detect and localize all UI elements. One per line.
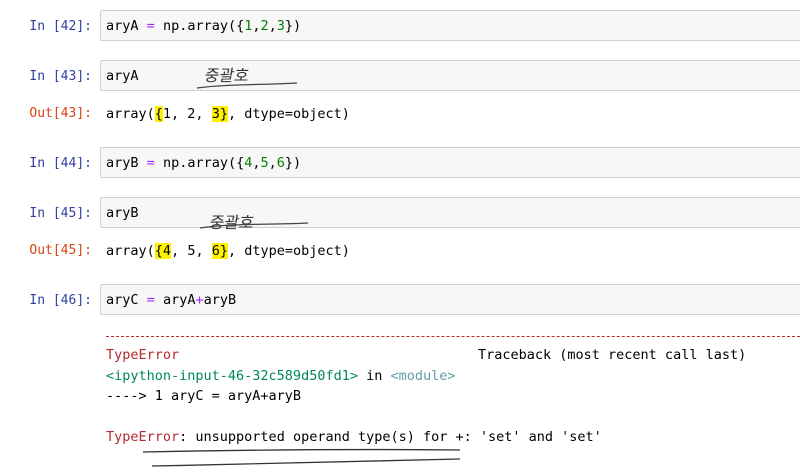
output-values: 1, 2, <box>162 106 212 122</box>
code-line[interactable]: aryA <box>106 68 139 84</box>
code-close: }) <box>284 18 302 34</box>
code-line[interactable]: aryA = np.array({1,2,3}) <box>106 18 301 34</box>
code-number: 6 <box>276 155 285 171</box>
code-number: 3 <box>276 18 285 34</box>
ipython-input-ref: <ipython-input-46-32c589d50fd1> <box>106 368 358 384</box>
output-prompt: Out[45]: <box>29 243 92 258</box>
error-name: TypeError <box>106 347 180 363</box>
traceback-input-line: <ipython-input-46-32c589d50fd1> in <modu… <box>106 368 456 384</box>
output-post: , dtype=object) <box>227 106 350 122</box>
highlighted-value: 4 <box>162 243 172 259</box>
code-var: aryB <box>106 155 139 171</box>
output-pre: array( <box>106 243 155 259</box>
code-var: aryA <box>106 18 139 34</box>
highlighted-brace: } <box>219 106 228 122</box>
code-call: np.array({ <box>162 155 245 171</box>
code-close: }) <box>284 155 302 171</box>
code-comma: , <box>268 18 277 34</box>
traceback-separator <box>106 336 800 337</box>
code-var: aryA <box>162 292 196 308</box>
input-prompt: In [45]: <box>29 206 92 221</box>
code-number: 2 <box>260 18 269 34</box>
final-error-name: TypeError <box>106 429 180 445</box>
output-pre: array( <box>106 106 155 122</box>
cell-42: In [42]: aryA = np.array({1,2,3}) <box>0 10 800 42</box>
highlighted-brace: { <box>154 106 163 122</box>
cell-43: In [43]: aryA 중괄호 Out[43]: array({1, 2, … <box>0 60 800 130</box>
code-comma: , <box>252 155 261 171</box>
cell-45: In [45]: aryB 중괄호 Out[45]: array({4, 5, … <box>0 197 800 267</box>
highlighted-brace: } <box>219 243 228 259</box>
traceback-header: Traceback (most recent call last) <box>478 347 747 363</box>
module-ref: <module> <box>390 368 456 384</box>
final-error-message: : unsupported operand type(s) for +: 'se… <box>179 429 602 445</box>
output-prompt: Out[43]: <box>29 106 92 121</box>
highlighted-brace: { <box>154 243 163 259</box>
output-post: , dtype=object) <box>227 243 350 259</box>
in-keyword: in <box>366 368 383 384</box>
code-comma: , <box>268 155 277 171</box>
cell-44: In [44]: aryB = np.array({4,5,6}) <box>0 147 800 179</box>
code-line[interactable]: aryB <box>106 205 139 221</box>
output-text: array({1, 2, 3}, dtype=object) <box>106 106 350 122</box>
annotation-underline <box>196 82 298 89</box>
traceback-arrow-line: ----> 1 aryC = aryA+aryB <box>106 388 302 404</box>
input-prompt: In [43]: <box>29 69 92 84</box>
input-prompt: In [46]: <box>29 293 92 308</box>
handwritten-underline <box>142 448 461 467</box>
code-operator: + <box>195 292 204 308</box>
output-values: , 5, <box>171 243 212 259</box>
code-call: np.array({ <box>162 18 245 34</box>
highlighted-value: 6 <box>211 243 220 259</box>
final-error-line: TypeError: unsupported operand type(s) f… <box>106 429 602 445</box>
cell-46: In [46]: aryC = aryA+aryB <box>0 284 800 316</box>
input-prompt: In [44]: <box>29 156 92 171</box>
code-comma: , <box>252 18 261 34</box>
code-line[interactable]: aryC = aryA+aryB <box>106 292 236 308</box>
code-operator: = <box>146 18 155 34</box>
output-text: array({4, 5, 6}, dtype=object) <box>106 243 350 259</box>
annotation-underline <box>199 222 309 229</box>
highlighted-value: 3 <box>211 106 220 122</box>
input-prompt: In [42]: <box>29 19 92 34</box>
code-operator: = <box>146 155 155 171</box>
code-var: aryC <box>106 292 139 308</box>
code-line[interactable]: aryB = np.array({4,5,6}) <box>106 155 301 171</box>
code-var: aryB <box>203 292 237 308</box>
code-operator: = <box>146 292 155 308</box>
code-number: 5 <box>260 155 269 171</box>
